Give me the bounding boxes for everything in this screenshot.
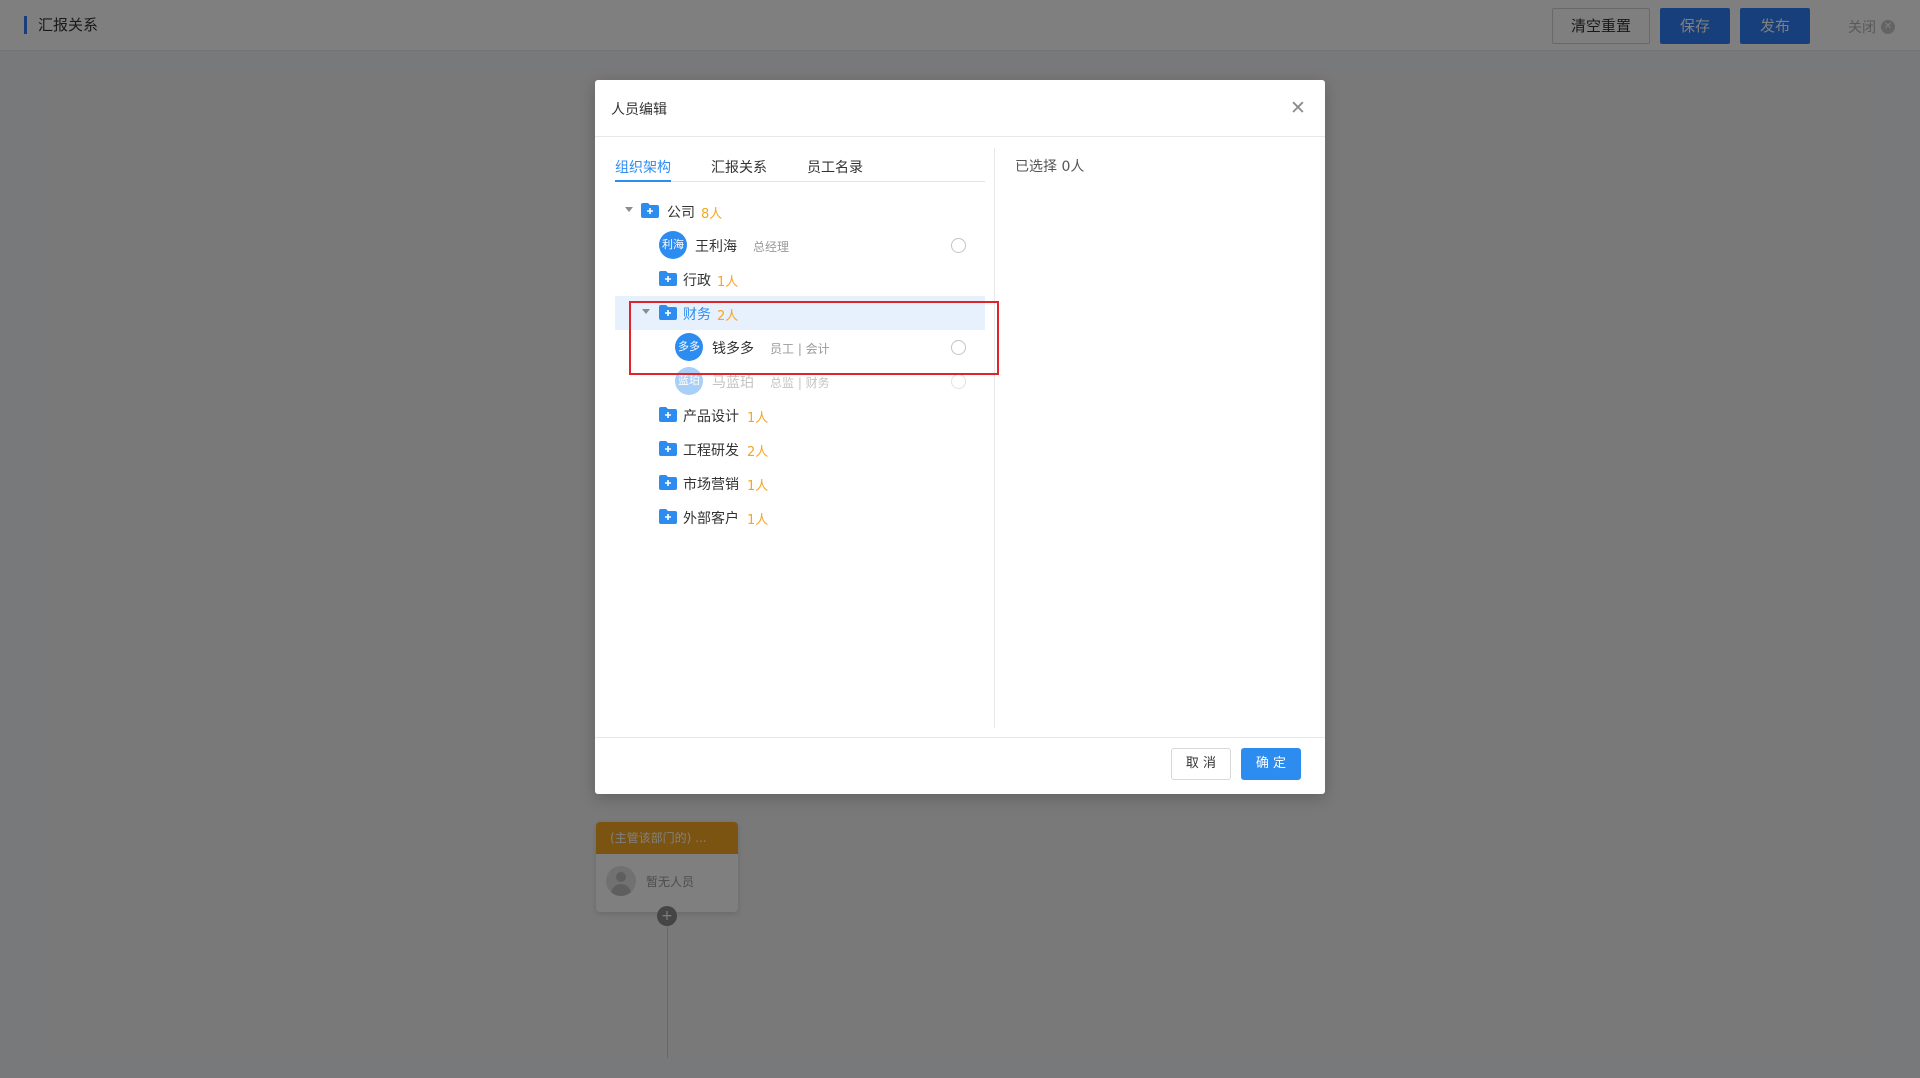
tree-node-count: 1人 bbox=[747, 513, 769, 528]
tree-node-company[interactable]: 公司 8人 bbox=[615, 194, 985, 228]
folder-add-icon bbox=[659, 305, 677, 320]
folder-add-icon bbox=[659, 407, 677, 422]
tab-directory[interactable]: 员工名录 bbox=[807, 157, 863, 177]
select-radio[interactable] bbox=[951, 340, 966, 355]
avatar: 蓝珀 bbox=[675, 367, 703, 395]
avatar: 多多 bbox=[675, 333, 703, 361]
close-icon[interactable]: ✕ bbox=[1288, 98, 1308, 118]
tree-person-row: 蓝珀 马蓝珀 总监 | 财务 bbox=[615, 364, 985, 398]
person-title: 总经理 bbox=[753, 240, 790, 254]
tree-node-external[interactable]: 外部客户 1人 bbox=[615, 500, 985, 534]
tree-node-count: 1人 bbox=[717, 275, 739, 290]
person-title: 总监 | 财务 bbox=[770, 376, 830, 390]
person-name: 马蓝珀 bbox=[712, 375, 754, 391]
dialog-header: 人员编辑 ✕ bbox=[595, 80, 1325, 137]
tree-node-marketing[interactable]: 市场营销 1人 bbox=[615, 466, 985, 500]
selected-summary: 已选择 0人 bbox=[1015, 159, 1085, 175]
tree-person-row[interactable]: 多多 钱多多 员工 | 会计 bbox=[615, 330, 985, 364]
tree-node-label: 市场营销 bbox=[683, 477, 739, 493]
folder-add-icon bbox=[659, 475, 677, 490]
tab-bar: 组织架构 汇报关系 员工名录 bbox=[615, 152, 985, 182]
tree-node-count: 1人 bbox=[747, 479, 769, 494]
tree-node-engineering[interactable]: 工程研发 2人 bbox=[615, 432, 985, 466]
person-name: 钱多多 bbox=[712, 341, 754, 357]
person-name: 王利海 bbox=[695, 239, 737, 255]
folder-add-icon bbox=[659, 441, 677, 456]
tree-node-label: 外部客户 bbox=[683, 511, 739, 527]
tree-node-admin[interactable]: 行政 1人 bbox=[615, 262, 985, 296]
tree-node-count: 1人 bbox=[747, 411, 769, 426]
folder-add-icon bbox=[641, 203, 659, 218]
dialog-title: 人员编辑 bbox=[611, 102, 667, 118]
tab-org-structure[interactable]: 组织架构 bbox=[615, 157, 671, 177]
tab-reporting[interactable]: 汇报关系 bbox=[711, 157, 767, 177]
tree-node-count: 2人 bbox=[747, 445, 769, 460]
tree-node-count: 8人 bbox=[701, 207, 723, 222]
tree-person-row[interactable]: 利海 王利海 总经理 bbox=[615, 228, 985, 262]
tree-node-label: 公司 bbox=[667, 205, 695, 221]
dialog-footer: 取 消 确 定 bbox=[595, 737, 1325, 794]
cancel-button[interactable]: 取 消 bbox=[1171, 748, 1231, 780]
tree-node-finance[interactable]: 财务 2人 bbox=[615, 296, 985, 330]
tree-node-label: 产品设计 bbox=[683, 409, 739, 425]
tree-node-label: 财务 bbox=[683, 307, 711, 323]
person-edit-dialog: 人员编辑 ✕ 组织架构 汇报关系 员工名录 公司 8人 利海 王利海 总经理 行… bbox=[595, 80, 1325, 794]
folder-add-icon bbox=[659, 509, 677, 524]
tab-active-indicator bbox=[615, 180, 671, 182]
avatar: 利海 bbox=[659, 231, 687, 259]
tree-node-count: 2人 bbox=[717, 309, 739, 324]
pane-divider bbox=[994, 148, 995, 728]
caret-down-icon[interactable] bbox=[642, 309, 650, 314]
selector-pane: 组织架构 汇报关系 员工名录 公司 8人 利海 王利海 总经理 行政 1人 财务… bbox=[615, 152, 985, 727]
tree-node-label: 工程研发 bbox=[683, 443, 739, 459]
caret-down-icon[interactable] bbox=[625, 207, 633, 212]
confirm-button[interactable]: 确 定 bbox=[1241, 748, 1301, 780]
tree-node-product[interactable]: 产品设计 1人 bbox=[615, 398, 985, 432]
select-radio bbox=[951, 374, 966, 389]
person-title: 员工 | 会计 bbox=[770, 342, 830, 356]
tree-node-label: 行政 bbox=[683, 273, 711, 289]
folder-add-icon bbox=[659, 271, 677, 286]
select-radio[interactable] bbox=[951, 238, 966, 253]
